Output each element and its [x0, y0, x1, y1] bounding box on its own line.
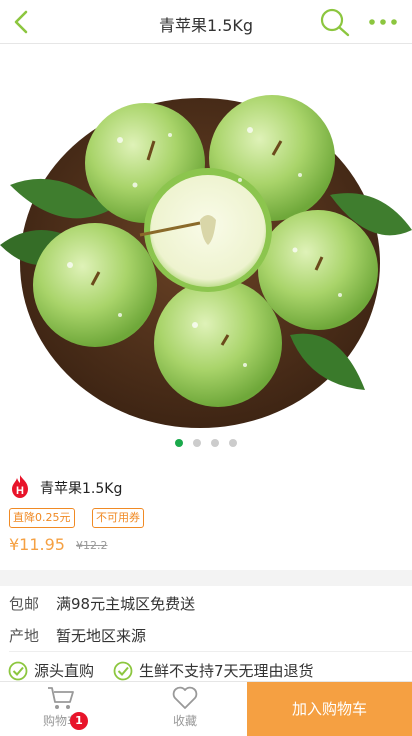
search-icon — [320, 8, 350, 37]
cart-button[interactable]: 购物车 1 — [0, 682, 122, 736]
product-image[interactable] — [0, 45, 412, 457]
top-bar: 青苹果1.5Kg — [0, 0, 412, 44]
shopping-cart-icon — [48, 687, 74, 709]
pager-dot[interactable] — [193, 439, 201, 447]
origin-value: 暂无地区来源 — [56, 627, 147, 645]
shipping-row: 包邮 满98元主城区免费送 — [0, 587, 412, 619]
pager-dot[interactable] — [175, 439, 183, 447]
current-price: ¥11.95 — [9, 535, 65, 554]
pager-dot[interactable] — [229, 439, 237, 447]
divider — [9, 651, 412, 652]
cart-label: 购物车 — [42, 714, 79, 728]
image-pager — [0, 432, 412, 447]
hot-badge: H — [8, 474, 32, 500]
badge-letter: H — [16, 485, 24, 497]
origin-label: 产地 — [9, 627, 40, 645]
cart-count-badge: 1 — [70, 712, 88, 730]
no-coupon-tag: 不可用券 — [92, 508, 144, 528]
green-apples-image — [0, 95, 412, 428]
shipping-label: 包邮 — [9, 595, 40, 613]
discount-tag: 直降0.25元 — [9, 508, 75, 528]
favorite-label: 收藏 — [172, 714, 197, 728]
check-circle-icon — [113, 661, 133, 680]
origin-row: 产地 暂无地区来源 — [0, 619, 412, 651]
check-circle-icon — [8, 661, 28, 680]
guarantee-text: 生鲜不支持7天无理由退货 — [139, 662, 314, 680]
add-to-cart-button[interactable]: 加入购物车 — [247, 682, 412, 736]
guarantee-text: 源头直购 — [34, 662, 95, 680]
heart-icon — [172, 686, 198, 709]
search-button[interactable] — [318, 6, 352, 38]
product-name: 青苹果1.5Kg — [40, 481, 123, 497]
flame-h-icon: H — [12, 475, 28, 498]
shipping-value: 满98元主城区免费送 — [56, 595, 196, 613]
more-dots-icon — [369, 19, 397, 25]
original-price: ¥12.2 — [76, 539, 108, 552]
bottom-bar: 购物车 1 收藏 加入购物车 — [0, 681, 412, 736]
pager-dot[interactable] — [211, 439, 219, 447]
favorite-button[interactable]: 收藏 — [123, 682, 247, 736]
product-info: H 青苹果1.5Kg 直降0.25元 不可用券 ¥11.95 ¥12.2 — [0, 462, 412, 570]
section-divider — [0, 570, 412, 586]
more-button[interactable] — [366, 8, 402, 36]
